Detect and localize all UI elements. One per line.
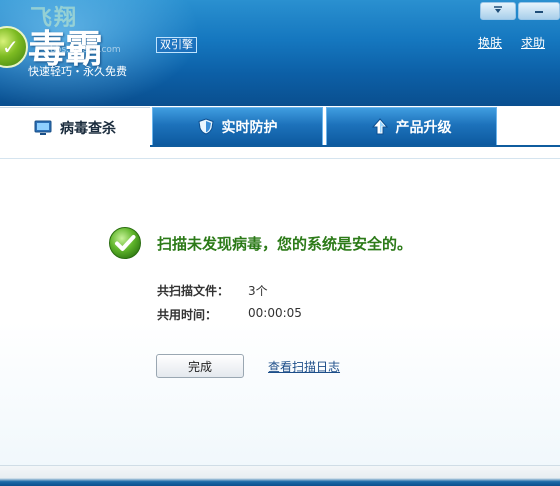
menu-button[interactable] <box>480 2 516 20</box>
view-log-link[interactable]: 查看扫描日志 <box>268 358 340 375</box>
tab-virus-scan[interactable]: 病毒查杀 <box>0 107 150 147</box>
slogan: 快速轻巧・永久免费 <box>28 65 127 78</box>
tab-label: 实时防护 <box>221 119 278 136</box>
engine-badge: 双引擎 <box>156 37 197 53</box>
shield-icon <box>197 118 214 135</box>
content-divider <box>0 158 560 159</box>
scanned-files-value: 3个 <box>248 284 268 298</box>
tab-label: 病毒查杀 <box>60 120 116 137</box>
done-button[interactable]: 完成 <box>156 354 244 378</box>
elapsed-time-value: 00:00:05 <box>248 306 302 320</box>
minimize-button[interactable] <box>518 2 560 20</box>
logo-check-icon: ✓ <box>2 35 19 59</box>
monitor-icon <box>34 120 52 136</box>
app-header: 飞翔 ✓ 毒霸 bbs.hoiasb.com 双引擎 快速轻巧・永久免费 换肤 … <box>0 0 560 106</box>
chevron-down-icon <box>493 5 503 17</box>
skin-link[interactable]: 换肤 <box>478 34 502 51</box>
elapsed-time-label: 共用时间： <box>157 308 218 322</box>
check-circle-icon <box>108 226 142 260</box>
minimize-icon <box>534 6 544 16</box>
tab-label: 产品升级 <box>395 119 452 136</box>
watermark-url: bbs.hoiasb.com <box>50 45 121 55</box>
window-controls <box>478 2 560 20</box>
help-link[interactable]: 求助 <box>521 34 545 51</box>
result-message: 扫描未发现病毒，您的系统是安全的。 <box>157 235 413 253</box>
arrow-up-icon <box>371 118 388 135</box>
bottom-bar <box>0 465 560 486</box>
tab-realtime-protection[interactable]: 实时防护 <box>152 107 323 145</box>
scanned-files-label: 共扫描文件： <box>157 284 230 298</box>
tab-product-upgrade[interactable]: 产品升级 <box>326 107 497 145</box>
